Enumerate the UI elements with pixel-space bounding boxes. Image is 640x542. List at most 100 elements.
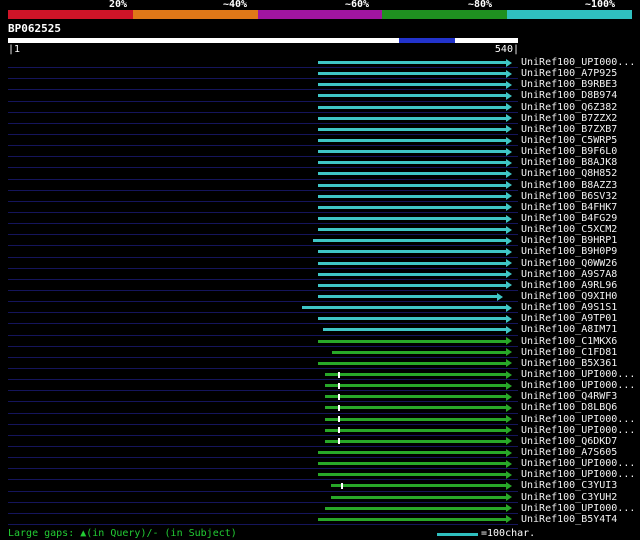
hit-arrow-icon[interactable] (506, 515, 513, 524)
hit-label[interactable]: UniRef100_A8IM71 (521, 324, 617, 335)
hit-arrow-icon[interactable] (506, 481, 513, 490)
hit-label[interactable]: UniRef100_A9TP01 (521, 313, 617, 324)
hit-label[interactable]: UniRef100_B9H0P9 (521, 246, 617, 257)
hit-bar[interactable] (318, 361, 507, 365)
hit-arrow-icon[interactable] (506, 392, 513, 401)
hit-bar[interactable] (330, 484, 507, 488)
hit-arrow-icon[interactable] (506, 370, 513, 379)
hit-bar[interactable] (324, 395, 507, 399)
hit-arrow-icon[interactable] (506, 58, 513, 67)
hit-label[interactable]: UniRef100_C3YUH2 (521, 492, 617, 503)
hit-bar[interactable] (318, 116, 507, 120)
hit-bar[interactable] (318, 183, 507, 187)
hit-arrow-icon[interactable] (506, 303, 513, 312)
hit-bar[interactable] (318, 261, 507, 265)
hit-arrow-icon[interactable] (506, 214, 513, 223)
hit-label[interactable]: UniRef100_UPI000... (521, 57, 635, 68)
hit-arrow-icon[interactable] (506, 203, 513, 212)
hit-label[interactable]: UniRef100_Q4RWF3 (521, 391, 617, 402)
hit-arrow-icon[interactable] (506, 459, 513, 468)
hit-label[interactable]: UniRef100_A9S1S1 (521, 302, 617, 313)
hit-bar[interactable] (318, 161, 507, 165)
hit-bar[interactable] (318, 105, 507, 109)
hit-arrow-icon[interactable] (506, 114, 513, 123)
hit-arrow-icon[interactable] (506, 337, 513, 346)
hit-label[interactable]: UniRef100_UPI000... (521, 425, 635, 436)
hit-label[interactable]: UniRef100_B7ZZX2 (521, 113, 617, 124)
hit-arrow-icon[interactable] (506, 192, 513, 201)
hit-label[interactable]: UniRef100_A7S605 (521, 447, 617, 458)
hit-bar[interactable] (318, 61, 507, 65)
hit-bar[interactable] (318, 94, 507, 98)
hit-bar[interactable] (318, 451, 507, 455)
hit-arrow-icon[interactable] (506, 247, 513, 256)
hit-arrow-icon[interactable] (506, 181, 513, 190)
hit-label[interactable]: UniRef100_C5XCM2 (521, 224, 617, 235)
hit-bar[interactable] (302, 306, 507, 310)
hit-arrow-icon[interactable] (506, 281, 513, 290)
hit-label[interactable]: UniRef100_UPI000... (521, 503, 635, 514)
hit-label[interactable]: UniRef100_UPI000... (521, 458, 635, 469)
hit-arrow-icon[interactable] (506, 80, 513, 89)
hit-bar[interactable] (324, 373, 507, 377)
hit-label[interactable]: UniRef100_B4FG29 (521, 213, 617, 224)
hit-bar[interactable] (318, 205, 507, 209)
hit-label[interactable]: UniRef100_Q6DKD7 (521, 436, 617, 447)
hit-label[interactable]: UniRef100_B6SV32 (521, 191, 617, 202)
hit-arrow-icon[interactable] (506, 403, 513, 412)
hit-label[interactable]: UniRef100_B9F6L0 (521, 146, 617, 157)
hit-arrow-icon[interactable] (506, 314, 513, 323)
hit-bar[interactable] (318, 462, 507, 466)
hit-bar[interactable] (331, 350, 507, 354)
hit-bar[interactable] (318, 172, 507, 176)
hit-label[interactable]: UniRef100_C5WRP5 (521, 135, 617, 146)
hit-arrow-icon[interactable] (496, 292, 503, 301)
hit-bar[interactable] (318, 83, 507, 87)
hit-label[interactable]: UniRef100_B9HRP1 (521, 235, 617, 246)
hit-bar[interactable] (318, 139, 507, 143)
hit-arrow-icon[interactable] (506, 147, 513, 156)
hit-label[interactable]: UniRef100_D8LBQ6 (521, 402, 617, 413)
hit-bar[interactable] (324, 384, 507, 388)
hit-arrow-icon[interactable] (506, 270, 513, 279)
hit-bar[interactable] (318, 473, 507, 477)
hit-arrow-icon[interactable] (506, 136, 513, 145)
hit-bar[interactable] (318, 272, 507, 276)
hit-arrow-icon[interactable] (506, 426, 513, 435)
hit-arrow-icon[interactable] (506, 493, 513, 502)
hit-label[interactable]: UniRef100_UPI000... (521, 414, 635, 425)
hit-arrow-icon[interactable] (506, 437, 513, 446)
hit-bar[interactable] (318, 250, 507, 254)
hit-arrow-icon[interactable] (506, 103, 513, 112)
hit-bar[interactable] (318, 517, 507, 521)
hit-arrow-icon[interactable] (506, 125, 513, 134)
hit-label[interactable]: UniRef100_Q6Z382 (521, 102, 617, 113)
hit-arrow-icon[interactable] (506, 259, 513, 268)
hit-bar[interactable] (318, 72, 507, 76)
hit-bar[interactable] (330, 495, 507, 499)
hit-label[interactable]: UniRef100_B7ZXB7 (521, 124, 617, 135)
hit-arrow-icon[interactable] (506, 236, 513, 245)
hit-bar[interactable] (324, 406, 507, 410)
hit-bar[interactable] (324, 439, 507, 443)
hit-label[interactable]: UniRef100_C1MKX6 (521, 336, 617, 347)
hit-arrow-icon[interactable] (506, 69, 513, 78)
hit-arrow-icon[interactable] (506, 225, 513, 234)
hit-bar[interactable] (318, 295, 497, 299)
hit-arrow-icon[interactable] (506, 359, 513, 368)
hit-bar[interactable] (323, 328, 507, 332)
hit-bar[interactable] (318, 150, 507, 154)
hit-arrow-icon[interactable] (506, 448, 513, 457)
hit-label[interactable]: UniRef100_C3YUI3 (521, 480, 617, 491)
hit-bar[interactable] (318, 228, 507, 232)
hit-label[interactable]: UniRef100_A9RL96 (521, 280, 617, 291)
hit-label[interactable]: UniRef100_UPI000... (521, 469, 635, 480)
hit-label[interactable]: UniRef100_A7P925 (521, 68, 617, 79)
hit-arrow-icon[interactable] (506, 348, 513, 357)
hit-label[interactable]: UniRef100_B8AJK8 (521, 157, 617, 168)
hit-bar[interactable] (318, 127, 507, 131)
hit-bar[interactable] (318, 217, 507, 221)
hit-bar[interactable] (324, 417, 507, 421)
hit-bar[interactable] (318, 194, 507, 198)
hit-bar[interactable] (312, 239, 507, 243)
